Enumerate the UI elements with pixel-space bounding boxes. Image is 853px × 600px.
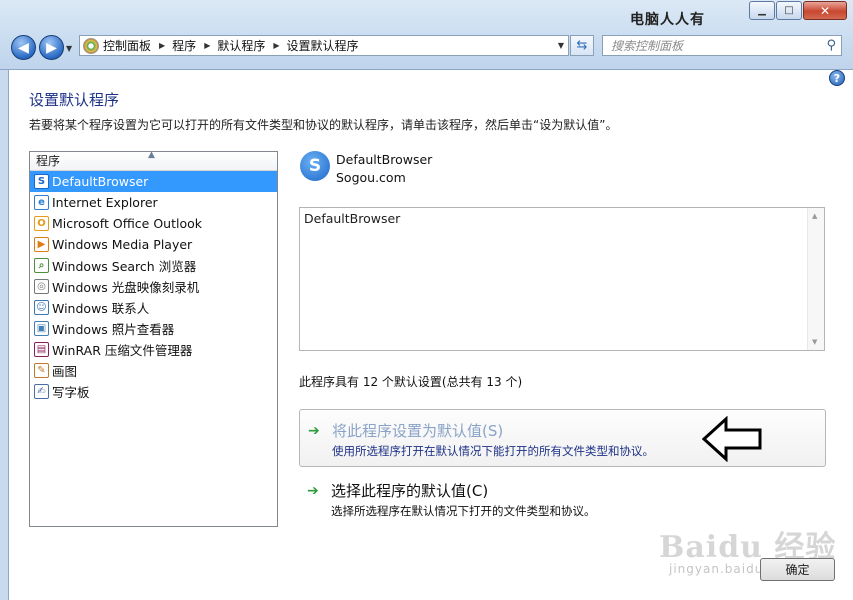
winrar-icon: ▤: [34, 342, 49, 357]
contacts-icon: ☺: [34, 300, 49, 315]
program-description-box[interactable]: DefaultBrowser ▲ ▼: [299, 207, 825, 351]
list-item[interactable]: ⌕ Windows Search 浏览器: [30, 255, 277, 276]
breadcrumb-set-default-programs[interactable]: 设置默认程序: [287, 37, 359, 54]
list-item-label: Microsoft Office Outlook: [52, 216, 202, 231]
list-item[interactable]: ✍ 写字板: [30, 381, 277, 402]
list-item[interactable]: ✎ 画图: [30, 360, 277, 381]
list-item[interactable]: ▶ Windows Media Player: [30, 234, 277, 255]
back-button[interactable]: ◀: [11, 35, 36, 60]
forward-button[interactable]: ▶: [39, 35, 64, 60]
breadcrumb-label: 控制面板: [103, 39, 152, 53]
list-item-label: Windows 联系人: [52, 301, 150, 316]
list-item-label: WinRAR 压缩文件管理器: [52, 343, 193, 358]
choose-defaults-title: 选择此程序的默认值(C): [331, 482, 489, 500]
breadcrumb-programs[interactable]: 程序 ▶: [172, 37, 217, 54]
set-default-title: 将此程序设置为默认值(S): [332, 422, 504, 440]
green-arrow-icon: ➔: [308, 423, 320, 439]
search-placeholder: 搜索控制面板: [611, 39, 684, 53]
list-item-label: Windows Search 浏览器: [52, 259, 197, 274]
sort-ascending-icon: ▲: [148, 150, 155, 160]
list-item[interactable]: ▤ WinRAR 压缩文件管理器: [30, 339, 277, 360]
list-header-label: 程序: [36, 154, 61, 168]
recent-pages-dropdown[interactable]: ▼: [66, 44, 72, 53]
pointer-arrow-icon: [702, 416, 762, 462]
program-list[interactable]: ▲ 程序 S DefaultBrowser e Internet Explorer O M…: [29, 150, 278, 527]
list-header[interactable]: ▲ 程序: [30, 150, 277, 171]
program-publisher: Sogou.com: [336, 170, 406, 185]
ok-button[interactable]: 确定: [760, 558, 835, 581]
choose-defaults-subtitle: 选择所选程序在默认情况下打开的文件类型和协议。: [331, 504, 596, 518]
window-chrome: 电脑人人有 ▁ □ ✕ ◀ ▶ ▼ 控制面板 ▶ 程序 ▶ 默认程序 ▶ 设置默认程序…: [0, 0, 853, 70]
list-item[interactable]: ▣ Windows 照片查看器: [30, 318, 277, 339]
list-item-label: DefaultBrowser: [52, 174, 149, 189]
list-item-label: 写字板: [52, 385, 90, 400]
refresh-button[interactable]: ⇆: [570, 35, 594, 56]
disc-burner-icon: ◎: [34, 279, 49, 294]
list-item[interactable]: O Microsoft Office Outlook: [30, 213, 277, 234]
program-name: DefaultBrowser: [336, 152, 433, 167]
chevron-down-icon[interactable]: ▼: [558, 41, 564, 50]
help-icon[interactable]: ?: [829, 70, 845, 86]
scroll-down-icon[interactable]: ▼: [812, 338, 817, 346]
green-arrow-icon: ➔: [307, 483, 319, 499]
list-item[interactable]: e Internet Explorer: [30, 192, 277, 213]
scroll-up-icon[interactable]: ▲: [812, 212, 817, 220]
chevron-right-icon[interactable]: ▶: [273, 41, 279, 50]
media-player-icon: ▶: [34, 237, 49, 252]
ie-icon: e: [34, 195, 49, 210]
search-input[interactable]: 搜索控制面板 ⚲: [602, 35, 842, 56]
maximize-button[interactable]: □: [776, 1, 802, 20]
chevron-right-icon[interactable]: ▶: [204, 41, 210, 50]
page-title: 设置默认程序: [29, 91, 120, 109]
search-icon[interactable]: ⚲: [826, 38, 836, 53]
set-default-subtitle: 使用所选程序打开在默认情况下能打开的所有文件类型和协议。: [332, 444, 654, 458]
breadcrumb-label: 程序: [172, 39, 197, 53]
outlook-icon: O: [34, 216, 49, 231]
list-item-label: 画图: [52, 364, 78, 379]
description-scrollbar[interactable]: ▲ ▼: [807, 208, 824, 350]
list-item-label: Windows Media Player: [52, 237, 193, 252]
breadcrumb-default-programs[interactable]: 默认程序 ▶: [217, 37, 286, 54]
content-pane: ? 设置默认程序 若要将某个程序设置为它可以打开的所有文件类型和协议的默认程序，…: [8, 70, 853, 600]
list-item-label: Internet Explorer: [52, 195, 158, 210]
control-panel-icon: [83, 37, 99, 54]
refresh-icon: ⇆: [576, 38, 588, 53]
defaults-summary: 此程序具有 12 个默认设置(总共有 13 个): [299, 375, 523, 389]
program-list-items: S DefaultBrowser e Internet Explorer O Micros…: [30, 171, 277, 402]
chevron-right-icon[interactable]: ▶: [159, 41, 165, 50]
breadcrumb-control-panel[interactable]: 控制面板 ▶: [103, 37, 172, 54]
sogou-icon: S: [34, 174, 49, 189]
list-item[interactable]: S DefaultBrowser: [30, 171, 277, 192]
minimize-button[interactable]: ▁: [749, 1, 775, 20]
choose-defaults-button[interactable]: ➔ 选择此程序的默认值(C) 选择所选程序在默认情况下打开的文件类型和协议。: [299, 470, 826, 528]
search-browser-icon: ⌕: [34, 258, 49, 273]
breadcrumb-label: 设置默认程序: [286, 39, 359, 53]
close-button[interactable]: ✕: [803, 1, 847, 20]
list-item[interactable]: ☺ Windows 联系人: [30, 297, 277, 318]
page-description: 若要将某个程序设置为它可以打开的所有文件类型和协议的默认程序，请单击该程序，然后…: [29, 118, 618, 132]
list-item[interactable]: ◎ Windows 光盘映像刻录机: [30, 276, 277, 297]
list-item-label: Windows 照片查看器: [52, 322, 175, 337]
watermark-text: 电脑人人有: [630, 12, 705, 28]
photo-viewer-icon: ▣: [34, 321, 49, 336]
caption-buttons: ▁ □ ✕: [748, 1, 847, 20]
paint-icon: ✎: [34, 363, 49, 378]
breadcrumb-label: 默认程序: [217, 39, 266, 53]
sogou-icon: S: [300, 151, 330, 181]
address-bar[interactable]: 控制面板 ▶ 程序 ▶ 默认程序 ▶ 设置默认程序 ▼: [79, 35, 569, 56]
program-description: DefaultBrowser: [304, 211, 401, 226]
list-item-label: Windows 光盘映像刻录机: [52, 280, 200, 295]
wordpad-icon: ✍: [34, 384, 49, 399]
